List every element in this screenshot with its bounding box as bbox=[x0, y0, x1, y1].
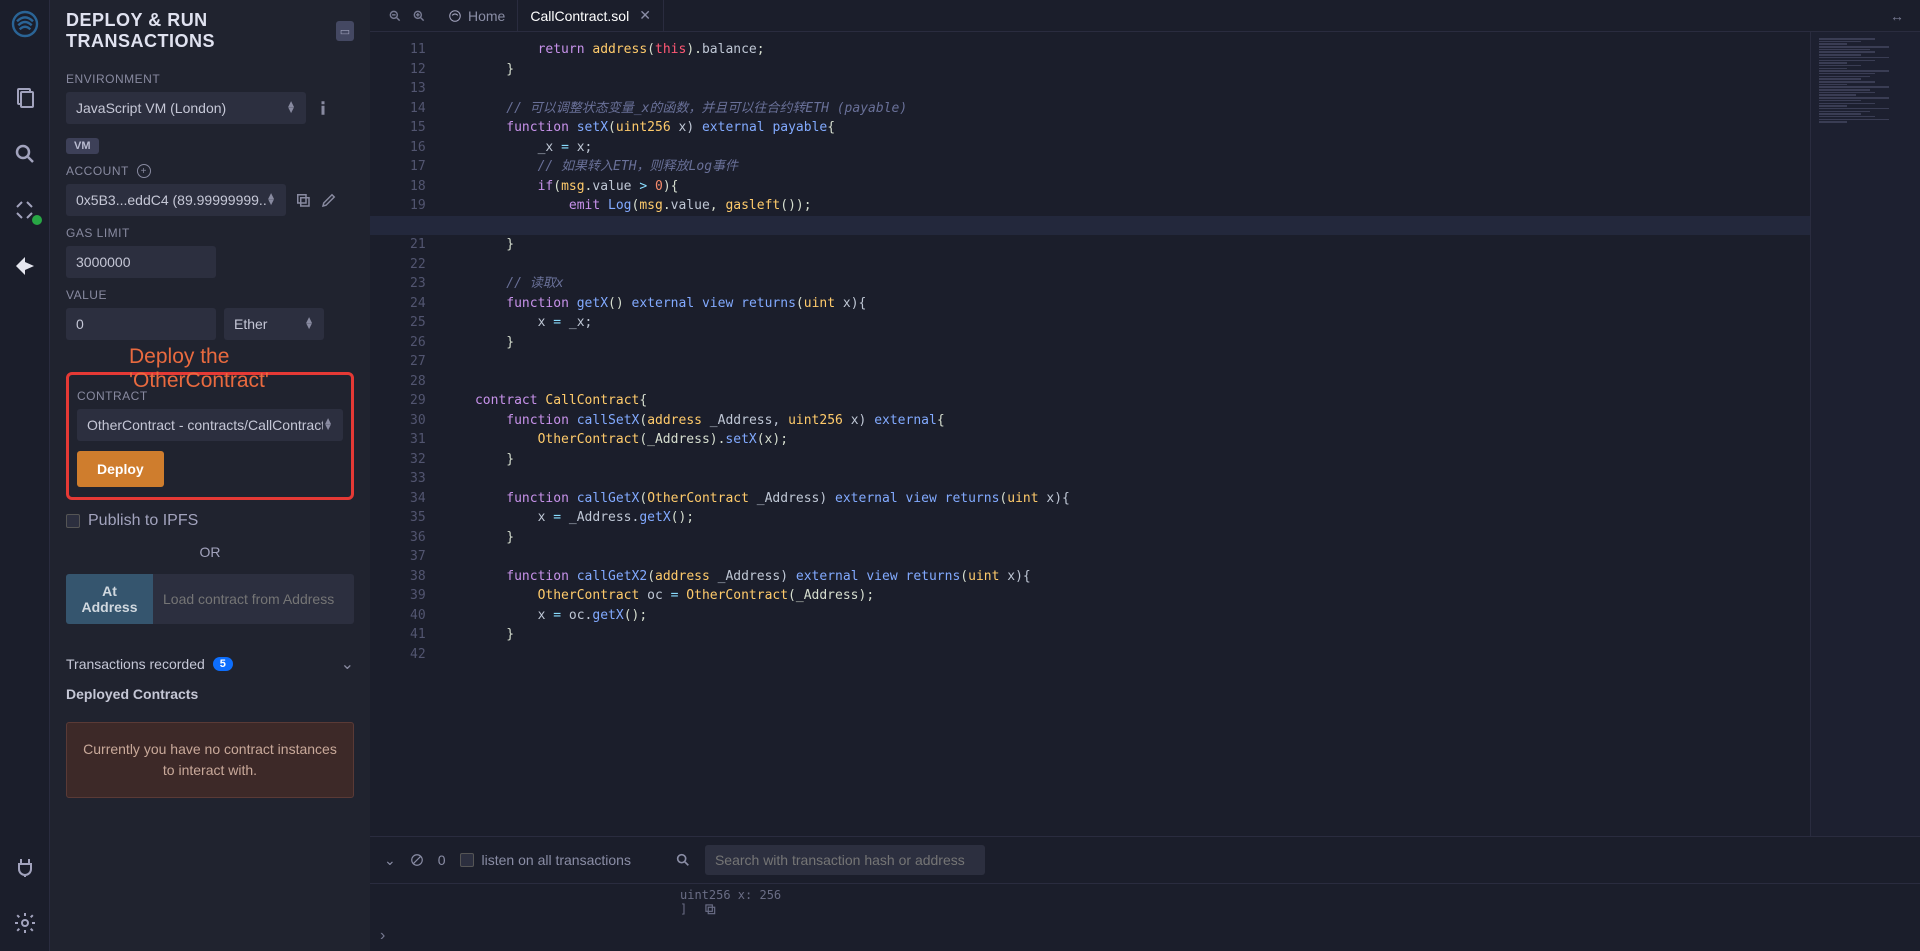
account-label: ACCOUNT bbox=[66, 164, 129, 178]
terminal: ⌄ 0 listen on all transactions uint256 x… bbox=[370, 836, 1920, 951]
listen-label: listen on all transactions bbox=[482, 852, 631, 868]
close-icon[interactable]: ✕ bbox=[639, 7, 651, 24]
deploy-run-icon[interactable] bbox=[13, 254, 37, 278]
ataddress-input[interactable] bbox=[153, 574, 354, 624]
info-icon[interactable] bbox=[314, 99, 332, 117]
tab-home[interactable]: Home bbox=[436, 0, 518, 32]
account-select[interactable]: 0x5B3...eddC4 (89.99999999...) ▲▼ bbox=[66, 184, 286, 216]
annotation-text: Deploy the 'OtherContract' bbox=[129, 345, 351, 393]
home-icon bbox=[448, 9, 462, 23]
chevron-updown-icon: ▲▼ bbox=[304, 318, 314, 330]
no-contract-message: Currently you have no contract instances… bbox=[66, 722, 354, 798]
zoom-out-icon[interactable] bbox=[388, 9, 402, 23]
expand-icon[interactable]: ↔ bbox=[1882, 8, 1912, 24]
code-content: return address(this).balance; } // 可以调整状… bbox=[444, 40, 1810, 836]
deploy-panel: DEPLOY & RUN TRANSACTIONS ▭ ENVIRONMENT … bbox=[50, 0, 370, 951]
chevron-down-icon[interactable]: ⌄ bbox=[341, 654, 354, 674]
ataddress-button[interactable]: At Address bbox=[66, 574, 153, 624]
term-line: uint256 x: 256 bbox=[680, 888, 1920, 902]
gas-input[interactable] bbox=[66, 246, 216, 278]
publish-ipfs-checkbox[interactable] bbox=[66, 514, 80, 528]
compiler-icon[interactable] bbox=[13, 198, 37, 222]
copy-icon[interactable] bbox=[294, 191, 312, 209]
main-area: Home CallContract.sol ✕ ↔ 11121314151617… bbox=[370, 0, 1920, 951]
or-text: OR bbox=[66, 544, 354, 560]
code-editor[interactable]: 1112131415161718192021222324252627282930… bbox=[370, 32, 1810, 836]
gas-label: GAS LIMIT bbox=[66, 226, 354, 240]
term-search-icon[interactable] bbox=[675, 852, 691, 868]
vm-badge: VM bbox=[66, 138, 99, 154]
term-clear-icon[interactable] bbox=[410, 853, 424, 867]
edit-icon[interactable] bbox=[320, 191, 338, 209]
listen-checkbox[interactable] bbox=[460, 853, 474, 867]
highlight-box: Deploy the 'OtherContract' CONTRACT Othe… bbox=[66, 372, 354, 500]
minimap-content bbox=[1819, 38, 1912, 124]
zoom-in-icon[interactable] bbox=[412, 9, 426, 23]
term-line: ] bbox=[680, 902, 687, 916]
panel-title: DEPLOY & RUN TRANSACTIONS bbox=[66, 10, 336, 52]
settings-icon[interactable] bbox=[13, 911, 37, 935]
term-body: uint256 x: 256 ] bbox=[370, 884, 1920, 921]
contract-select[interactable]: OtherContract - contracts/CallContract.s… bbox=[77, 409, 343, 441]
tx-recorded-label: Transactions recorded bbox=[66, 656, 205, 672]
compile-ok-icon bbox=[32, 215, 42, 225]
plugin-manager-icon[interactable] bbox=[13, 855, 37, 879]
panel-actions-icon[interactable]: ▭ bbox=[336, 21, 354, 41]
term-collapse-icon[interactable]: ⌄ bbox=[384, 852, 396, 869]
account-value: 0x5B3...eddC4 (89.99999999...) bbox=[76, 192, 266, 208]
chevron-updown-icon: ▲▼ bbox=[286, 102, 296, 114]
remix-logo-icon[interactable] bbox=[9, 8, 41, 40]
value-unit: Ether bbox=[234, 316, 267, 332]
term-prompt-icon[interactable]: › bbox=[380, 927, 385, 944]
add-account-icon[interactable]: + bbox=[137, 164, 151, 178]
chevron-updown-icon: ▲▼ bbox=[266, 194, 276, 206]
environment-label: ENVIRONMENT bbox=[66, 72, 354, 86]
tab-file-label: CallContract.sol bbox=[530, 8, 629, 24]
chevron-updown-icon: ▲▼ bbox=[323, 419, 333, 431]
iconbar bbox=[0, 0, 50, 951]
value-label: VALUE bbox=[66, 288, 354, 302]
term-tx-count: 0 bbox=[438, 852, 446, 868]
minimap[interactable] bbox=[1810, 32, 1920, 836]
tx-count-badge: 5 bbox=[213, 657, 233, 671]
term-search-input[interactable] bbox=[705, 845, 985, 875]
value-input[interactable] bbox=[66, 308, 216, 340]
value-unit-select[interactable]: Ether ▲▼ bbox=[224, 308, 324, 340]
tab-home-label: Home bbox=[468, 8, 505, 24]
copy-icon[interactable] bbox=[703, 902, 717, 916]
environment-value: JavaScript VM (London) bbox=[76, 100, 226, 116]
current-line-highlight bbox=[370, 216, 1810, 236]
deploy-button[interactable]: Deploy bbox=[77, 451, 164, 487]
publish-ipfs-label: Publish to IPFS bbox=[88, 512, 198, 530]
tab-file[interactable]: CallContract.sol ✕ bbox=[518, 0, 664, 32]
search-icon[interactable] bbox=[13, 142, 37, 166]
tabs-bar: Home CallContract.sol ✕ ↔ bbox=[370, 0, 1920, 32]
environment-select[interactable]: JavaScript VM (London) ▲▼ bbox=[66, 92, 306, 124]
file-explorer-icon[interactable] bbox=[13, 86, 37, 110]
gutter: 1112131415161718192021222324252627282930… bbox=[370, 40, 444, 836]
contract-value: OtherContract - contracts/CallContract.s… bbox=[87, 417, 323, 433]
deployed-contracts-label: Deployed Contracts bbox=[66, 686, 198, 702]
